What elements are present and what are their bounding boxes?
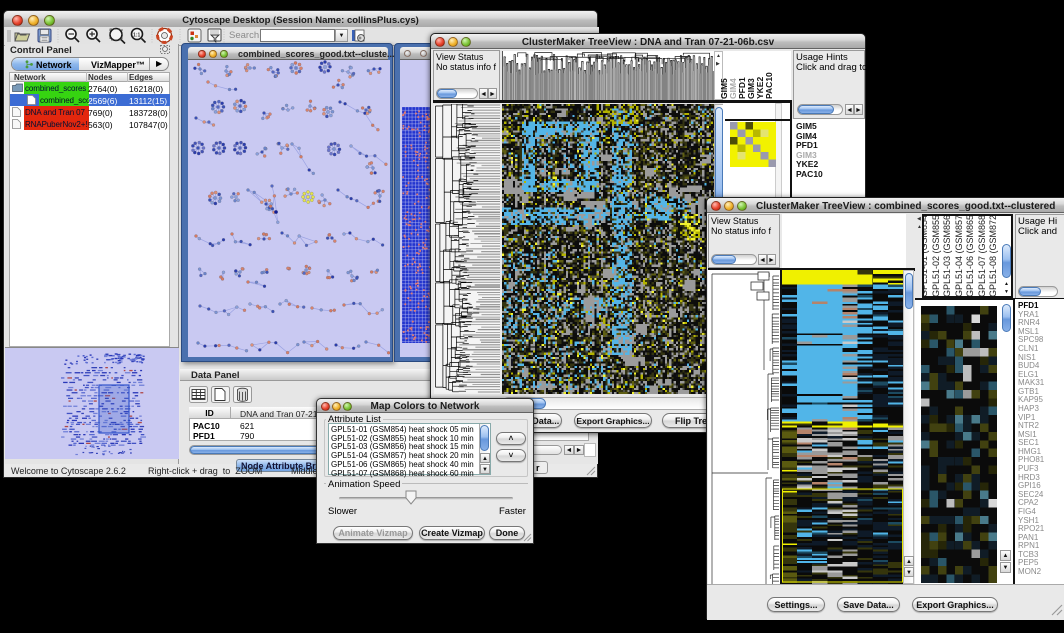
svg-text:Search:: Search: <box>229 30 262 41</box>
svg-text:1:1: 1:1 <box>133 33 140 39</box>
